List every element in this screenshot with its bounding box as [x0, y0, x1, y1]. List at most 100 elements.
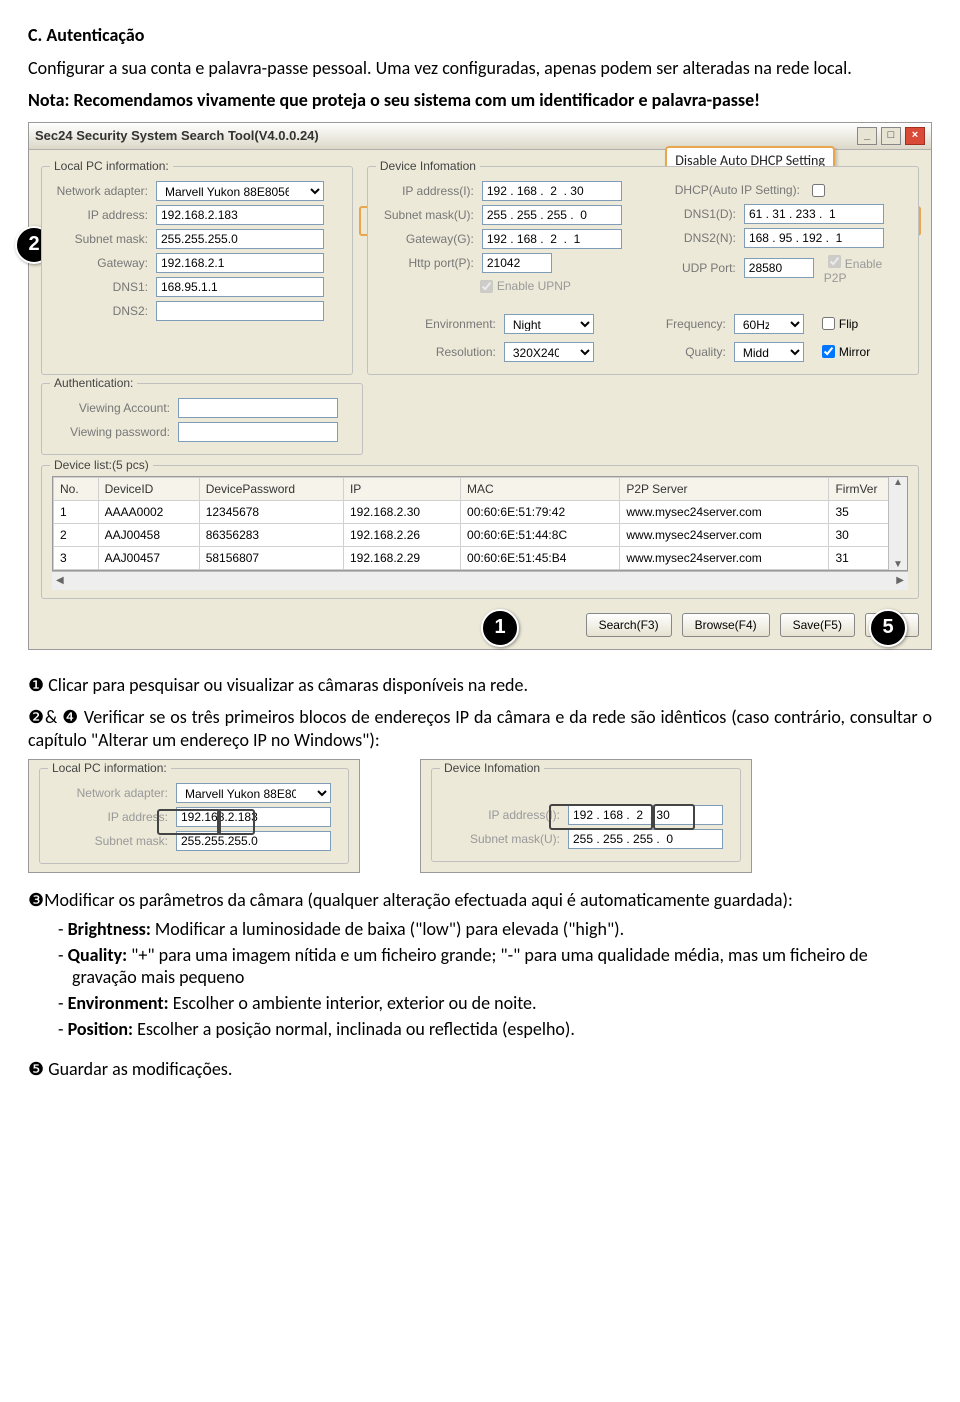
- snip-r-sub-l: Subnet mask(U):: [442, 832, 568, 846]
- auth-group: Authentication: Viewing Account: Viewing…: [41, 383, 363, 455]
- local-legend: Local PC information:: [50, 159, 173, 173]
- table-header: P2P Server: [620, 477, 829, 500]
- table-header: IP: [343, 477, 460, 500]
- bullet-quality: - Quality: "+" para uma imagem nítida e …: [58, 944, 932, 988]
- browse-button[interactable]: Browse(F4): [682, 613, 770, 637]
- table-cell: 192.168.2.26: [343, 523, 460, 546]
- table-header: DevicePassword: [199, 477, 343, 500]
- table-cell: 12345678: [199, 500, 343, 523]
- res-select[interactable]: 320X240: [504, 342, 594, 362]
- localdns1-label: DNS1:: [52, 280, 156, 294]
- snippet-device: Device Infomation IP address(I): Subnet …: [420, 759, 752, 873]
- search-button[interactable]: Search(F3): [586, 613, 672, 637]
- step-2-4: ❷& ❹ Verificar se os três primeiros bloc…: [28, 706, 932, 751]
- snip-right-legend: Device Infomation: [440, 761, 544, 775]
- localsub-label: Subnet mask:: [52, 232, 156, 246]
- table-cell: 3: [54, 546, 99, 569]
- table-row[interactable]: 1AAAA000212345678192.168.2.3000:60:6E:51…: [54, 500, 907, 523]
- table-header: MAC: [461, 477, 620, 500]
- table-cell: www.mysec24server.com: [620, 523, 829, 546]
- bullet-position: - Position: Escolher a posição normal, i…: [58, 1018, 932, 1040]
- snip-r-ip-l: IP address(I):: [442, 808, 568, 822]
- snip-l-adapter-l: Network adapter:: [50, 786, 176, 800]
- udp-input[interactable]: [744, 258, 814, 278]
- freq-label: Frequency:: [608, 317, 734, 331]
- close-icon[interactable]: ×: [905, 127, 925, 145]
- devip-input[interactable]: [482, 181, 622, 201]
- http-input[interactable]: [482, 253, 552, 273]
- snip-l-ip[interactable]: [176, 807, 331, 827]
- devgw-label: Gateway(G):: [378, 232, 482, 246]
- view-password-input[interactable]: [178, 422, 338, 442]
- localdns2-label: DNS2:: [52, 304, 156, 318]
- snippets-row: Local PC information: Network adapter:Ma…: [28, 759, 932, 873]
- step-1: ❶ Clicar para pesquisar ou visualizar as…: [28, 674, 932, 697]
- localsub-input[interactable]: [156, 229, 324, 249]
- devdns1-input[interactable]: [744, 204, 884, 224]
- view-account-input[interactable]: [178, 398, 338, 418]
- devsub-input[interactable]: [482, 205, 622, 225]
- device-table: No.DeviceIDDevicePasswordIPMACP2P Server…: [53, 477, 907, 570]
- res-label: Resolution:: [378, 345, 504, 359]
- step-3-bullets: - Brightness: Modificar a luminosidade d…: [28, 918, 932, 1040]
- table-cell: www.mysec24server.com: [620, 500, 829, 523]
- window-controls: _ □ ×: [857, 127, 925, 145]
- local-pc-group: Local PC information: Network adapter:Ma…: [41, 166, 353, 375]
- view-account-label: Viewing Account:: [52, 401, 178, 415]
- vertical-scrollbar[interactable]: [888, 477, 907, 570]
- annotation-disc-1: 1: [481, 609, 519, 647]
- devlist-legend: Device list:(5 pcs): [50, 458, 153, 472]
- save-button[interactable]: Save(F5): [780, 613, 855, 637]
- snip-left-legend: Local PC information:: [48, 761, 171, 775]
- mirror-checkbox[interactable]: [822, 345, 835, 358]
- adapter-select[interactable]: Marvell Yukon 88E8056 PC: [156, 181, 324, 201]
- heading: C. Autenticação: [28, 24, 144, 46]
- snip-l-adapter[interactable]: Marvell Yukon 88E8056 PC: [176, 783, 331, 803]
- intro-text-2: Nota: Recomendamos vivamente que proteja…: [28, 89, 932, 112]
- localdns1-input[interactable]: [156, 277, 324, 297]
- env-select[interactable]: Night: [504, 314, 594, 334]
- snip-l-sub-l: Subnet mask:: [50, 834, 176, 848]
- device-table-wrap: No.DeviceIDDevicePasswordIPMACP2P Server…: [52, 476, 908, 571]
- devgw-input[interactable]: [482, 229, 622, 249]
- localdns2-input[interactable]: [156, 301, 324, 321]
- step-3-intro: ❸Modificar os parâmetros da câmara (qual…: [28, 889, 932, 912]
- maximize-icon[interactable]: □: [881, 127, 901, 145]
- localgw-input[interactable]: [156, 253, 324, 273]
- qual-label: Quality:: [608, 345, 734, 359]
- table-cell: 00:60:6E:51:45:B4: [461, 546, 620, 569]
- devip-label: IP address(I):: [378, 184, 482, 198]
- localip-input[interactable]: [156, 205, 324, 225]
- bullet-environment: - Environment: Escolher o ambiente inter…: [58, 992, 932, 1014]
- horizontal-scrollbar[interactable]: ◀▶: [52, 571, 908, 590]
- dhcp-checkbox[interactable]: [812, 184, 825, 197]
- intro-text-1: Configurar a sua conta e palavra-passe p…: [28, 57, 932, 80]
- table-cell: 58156807: [199, 546, 343, 569]
- window-title: Sec24 Security System Search Tool(V4.0.0…: [35, 128, 319, 143]
- snip-l-sub[interactable]: [176, 831, 331, 851]
- localgw-label: Gateway:: [52, 256, 156, 270]
- flip-checkbox[interactable]: [822, 317, 835, 330]
- table-header: DeviceID: [98, 477, 199, 500]
- devsub-label: Subnet mask(U):: [378, 208, 482, 222]
- mirror-label: Mirror: [839, 345, 870, 359]
- udp-label: UDP Port:: [650, 261, 744, 275]
- table-cell: 1: [54, 500, 99, 523]
- qual-select[interactable]: Middle: [734, 342, 804, 362]
- devdns2-label: DNS2(N):: [650, 231, 744, 245]
- minimize-icon[interactable]: _: [857, 127, 877, 145]
- localip-label: IP address:: [52, 208, 156, 222]
- devdns2-input[interactable]: [744, 228, 884, 248]
- auth-legend: Authentication:: [50, 376, 137, 390]
- table-cell: AAAA0002: [98, 500, 199, 523]
- table-cell: 00:60:6E:51:79:42: [461, 500, 620, 523]
- search-tool-window: Sec24 Security System Search Tool(V4.0.0…: [28, 122, 932, 650]
- table-row[interactable]: 3AAJ0045758156807192.168.2.2900:60:6E:51…: [54, 546, 907, 569]
- snip-r-sub[interactable]: [568, 829, 723, 849]
- http-label: Http port(P):: [378, 256, 482, 270]
- table-cell: 192.168.2.29: [343, 546, 460, 569]
- snip-r-ip[interactable]: [568, 805, 723, 825]
- table-row[interactable]: 2AAJ0045886356283192.168.2.2600:60:6E:51…: [54, 523, 907, 546]
- freq-select[interactable]: 60Hz: [734, 314, 804, 334]
- table-cell: AAJ00458: [98, 523, 199, 546]
